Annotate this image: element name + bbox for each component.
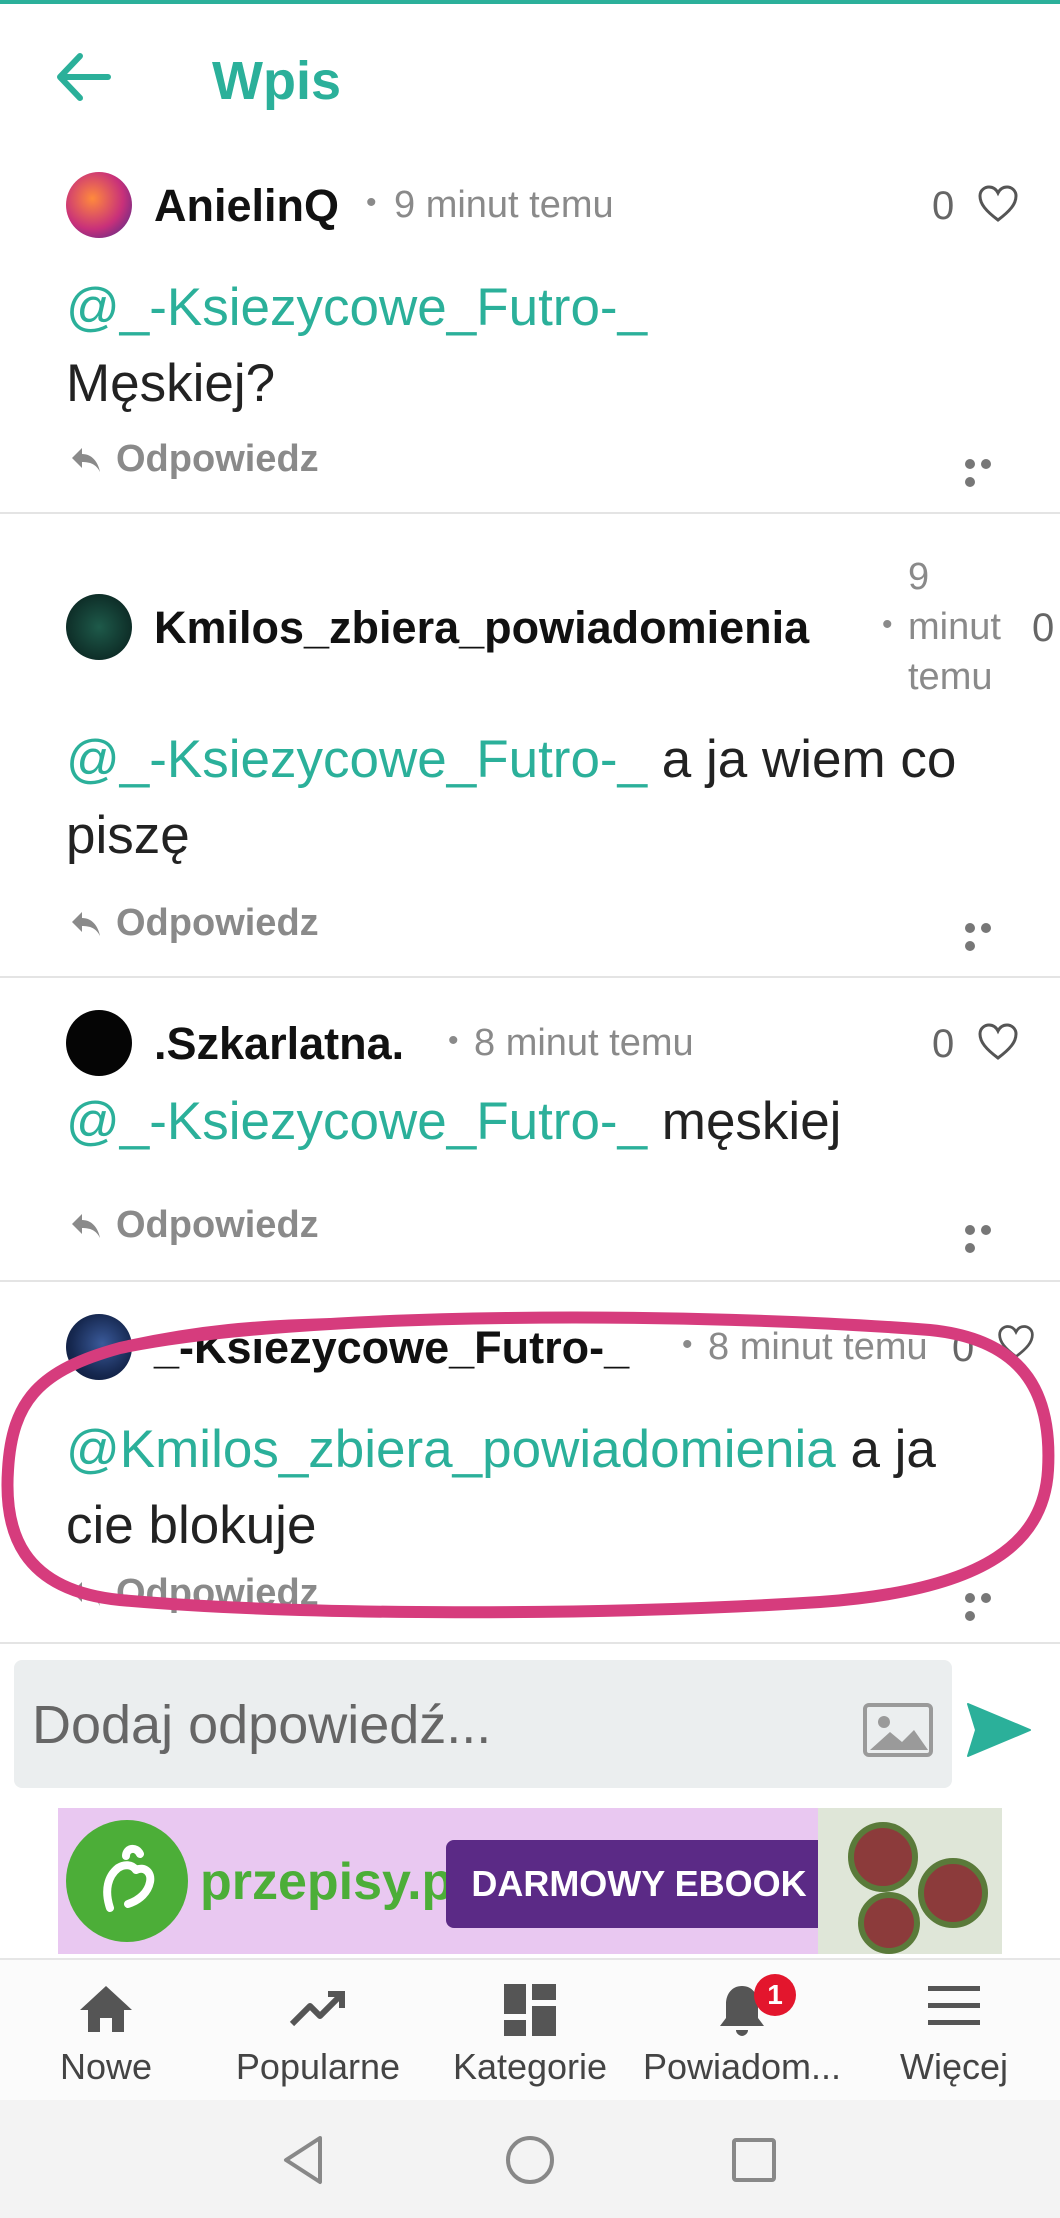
comment-body: @Kmilos_zbiera_powiadomienia a ja cie bl… (66, 1412, 1016, 1564)
comment-body: @_-Ksiezycowe_Futro-_ męskiej (66, 1084, 1016, 1160)
ad-brand: przepisy.pl (200, 1853, 468, 1911)
comment-author[interactable]: _-Ksiezycowe_Futro-_ (154, 1322, 629, 1374)
avatar[interactable] (66, 1314, 132, 1380)
comment-time: 9 minut temu (394, 184, 614, 226)
like-count: 0 (932, 1022, 955, 1066)
mention-link[interactable]: @_-Ksiezycowe_Futro-_ (66, 278, 647, 337)
dashboard-icon (504, 1984, 556, 2036)
home-circle-icon[interactable] (500, 2130, 560, 2190)
avatar[interactable] (66, 172, 132, 238)
send-icon[interactable] (964, 1700, 1034, 1760)
like-count: 0 (952, 1326, 975, 1370)
comment-time: 8 minut temu (708, 1326, 928, 1368)
mention-link[interactable]: @_-Ksiezycowe_Futro-_ (66, 730, 647, 789)
bottom-navigation: Nowe Popularne Kategorie 1 Powiadom... W… (0, 1958, 1060, 2100)
comment-item: AnielinQ • 9 minut temu 0 @_-Ksiezycowe_… (0, 154, 1060, 514)
mention-link[interactable]: @_-Ksiezycowe_Futro-_ (66, 1092, 647, 1151)
nav-item-wiecej[interactable]: Więcej (848, 1960, 1060, 2102)
reply-button[interactable]: Odpowiedz (70, 1572, 319, 1615)
reply-icon (72, 911, 100, 936)
more-options-icon[interactable] (965, 920, 1009, 951)
reply-icon (72, 1213, 100, 1238)
heart-icon[interactable] (976, 184, 1020, 224)
trending-icon (289, 1991, 345, 2027)
reply-label: Odpowiedz (116, 902, 319, 944)
back-arrow-icon[interactable] (48, 42, 118, 112)
separator-dot: • (366, 186, 377, 219)
reply-icon (72, 1581, 100, 1606)
notification-badge: 1 (754, 1974, 796, 2016)
reply-button[interactable]: Odpowiedz (70, 902, 319, 945)
ad-cta-button[interactable]: DARMOWY EBOOK (446, 1840, 832, 1928)
heart-icon[interactable] (976, 1022, 1020, 1062)
more-options-icon[interactable] (965, 456, 1009, 487)
comment-item: _-Ksiezycowe_Futro-_ • 8 minut temu 0 @K… (0, 1282, 1060, 1644)
nav-item-nowe[interactable]: Nowe (0, 1960, 212, 2102)
reply-button[interactable]: Odpowiedz (70, 438, 319, 481)
heart-icon[interactable] (996, 1322, 1036, 1362)
nav-label: Nowe (59, 2046, 153, 2087)
recents-square-icon[interactable] (724, 2130, 784, 2190)
comment-time: 8 minut temu (474, 1022, 694, 1064)
comment-body: @_-Ksiezycowe_Futro-_ Męskiej? (66, 270, 1016, 422)
comment-item: .Szkarlatna. • 8 minut temu 0 @_-Ksiezyc… (0, 978, 1060, 1282)
avatar[interactable] (66, 594, 132, 660)
page-title: Wpis (212, 51, 341, 111)
menu-icon (928, 1986, 980, 2025)
nav-item-popularne[interactable]: Popularne (212, 1960, 424, 2102)
ad-food-image (818, 1808, 1002, 1954)
comment-author[interactable]: AnielinQ (154, 180, 339, 232)
like-count: 0 (932, 184, 955, 228)
more-options-icon[interactable] (965, 1590, 1009, 1621)
comment-body: @_-Ksiezycowe_Futro-_ a ja wiem co piszę (66, 722, 1016, 874)
reply-label: Odpowiedz (116, 1204, 319, 1246)
comment-time: 9 minut temu (908, 556, 1001, 698)
brand-logo-icon (66, 1820, 188, 1942)
comment-text: męskiej (661, 1092, 842, 1151)
reply-icon (72, 447, 100, 472)
comment-author[interactable]: Kmilos_zbiera_powiadomienia (154, 602, 809, 654)
home-icon (80, 1986, 132, 2032)
reply-label: Odpowiedz (116, 1572, 319, 1614)
avatar[interactable] (66, 1010, 132, 1076)
nav-item-kategorie[interactable]: Kategorie (424, 1960, 636, 2102)
image-icon[interactable] (862, 1702, 934, 1758)
comment-item: Kmilos_zbiera_powiadomienia • 9 minut te… (0, 514, 1060, 978)
ad-banner[interactable]: przepisy.pl DARMOWY EBOOK (58, 1808, 1002, 1954)
reply-button[interactable]: Odpowiedz (70, 1204, 319, 1247)
more-options-icon[interactable] (965, 1222, 1009, 1253)
separator-dot: • (882, 608, 893, 641)
back-triangle-icon[interactable] (274, 2130, 334, 2190)
system-navigation-bar (0, 2100, 1060, 2218)
separator-dot: • (682, 1328, 693, 1361)
nav-label: Powiadom... (642, 2046, 842, 2087)
nav-label: Więcej (899, 2046, 1009, 2087)
nav-label: Kategorie (452, 2046, 608, 2087)
app-header: Wpis (0, 4, 1060, 154)
nav-label: Popularne (235, 2046, 401, 2087)
reply-label: Odpowiedz (116, 438, 319, 480)
reply-composer (14, 1660, 952, 1788)
like-count: 0 (1032, 606, 1055, 650)
comment-text: Męskiej? (66, 354, 276, 413)
nav-item-powiadomienia[interactable]: 1 Powiadom... (636, 1960, 848, 2102)
comment-author[interactable]: .Szkarlatna. (154, 1018, 404, 1070)
reply-input[interactable] (32, 1680, 852, 1770)
mention-link[interactable]: @Kmilos_zbiera_powiadomienia (66, 1420, 836, 1479)
separator-dot: • (448, 1024, 459, 1057)
